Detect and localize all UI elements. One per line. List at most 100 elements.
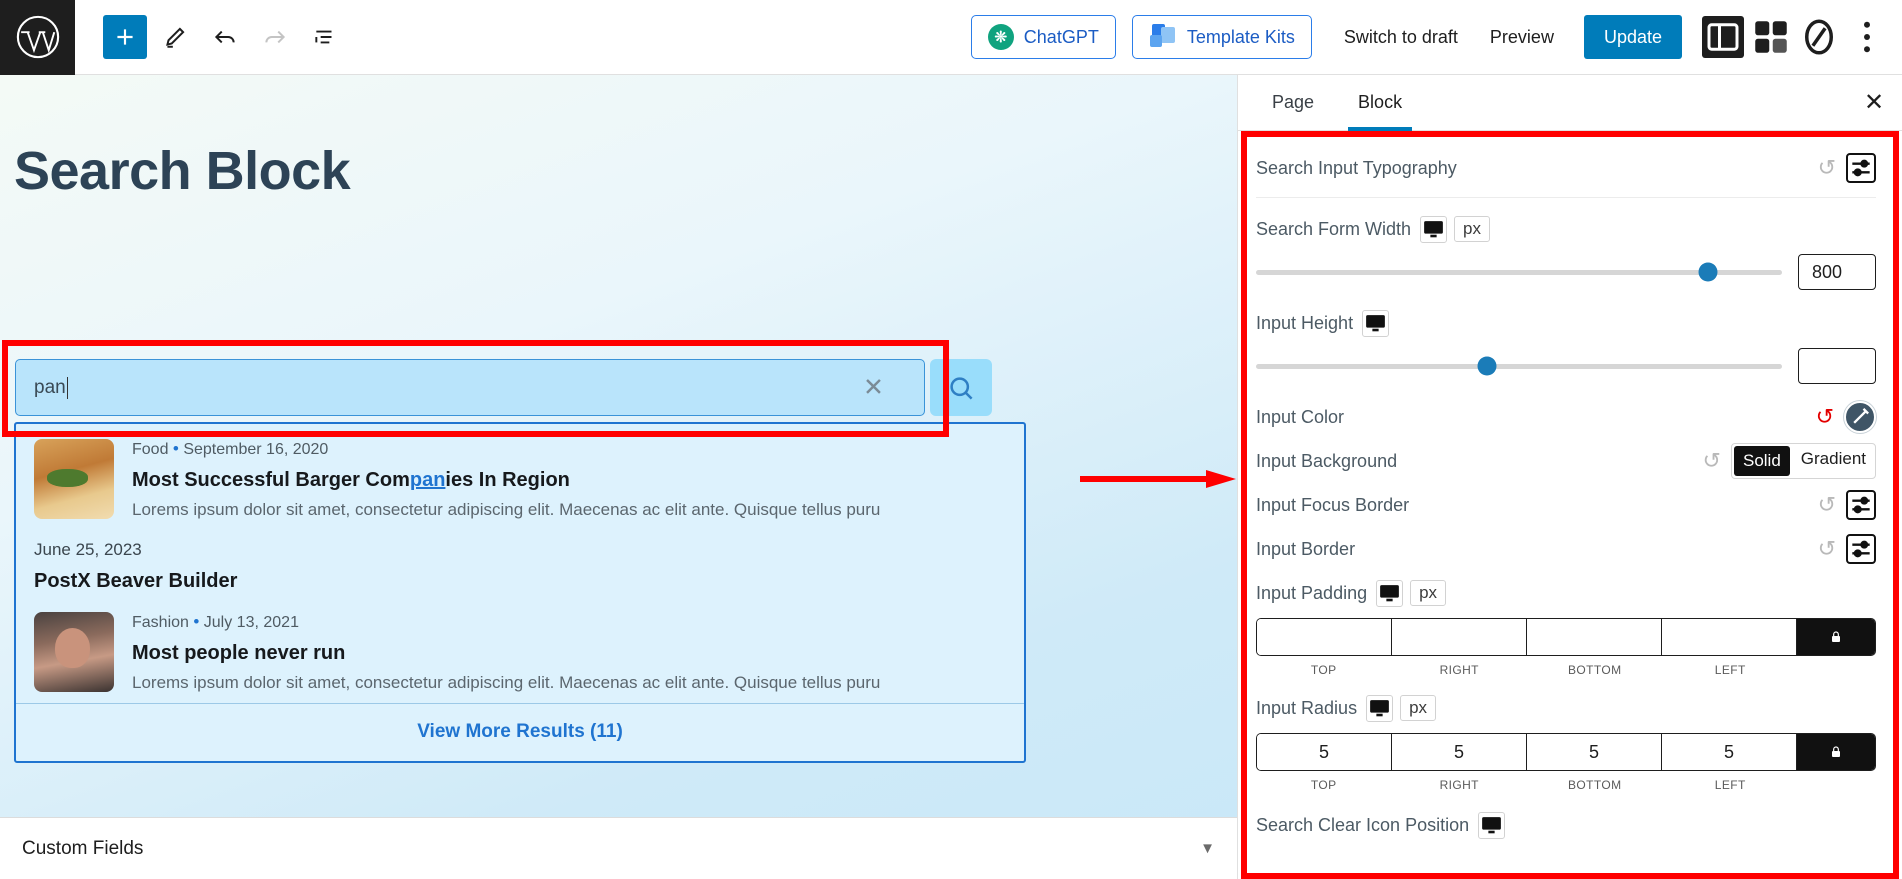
template-kits-button[interactable]: Template Kits (1131, 15, 1312, 59)
slider-track[interactable] (1256, 262, 1782, 282)
result-group-label: PostX Beaver Builder (34, 570, 238, 592)
redo-arrow-icon[interactable] (253, 15, 297, 59)
lock-icon[interactable] (1797, 734, 1875, 770)
brush-circle-icon[interactable] (1844, 401, 1876, 433)
view-more-results-button[interactable]: View More Results (11) (417, 721, 623, 742)
reset-circular-arrow-icon[interactable]: ↺ (1703, 450, 1721, 472)
control-actions: ↺ (1818, 153, 1876, 183)
chevron-down-icon[interactable]: ▼ (1200, 840, 1215, 857)
lock-icon[interactable] (1797, 619, 1875, 655)
reset-circular-arrow-icon[interactable]: ↺ (1818, 538, 1836, 560)
result-title[interactable]: Most Successful Barger Companies In Regi… (132, 469, 1006, 492)
chatgpt-button[interactable]: ❊ ChatGPT (970, 15, 1116, 59)
search-form-width-input[interactable]: 800 (1798, 254, 1876, 290)
search-input-value: pan (34, 376, 66, 398)
divider (1256, 197, 1876, 198)
radius-bottom-input[interactable]: 5 (1527, 734, 1662, 770)
document-outline-icon[interactable] (303, 15, 347, 59)
sidebar-panel-icon[interactable] (1702, 16, 1744, 58)
padding-left-input[interactable] (1662, 619, 1797, 655)
control-label: Search Input Typography (1256, 157, 1457, 178)
result-category: Food (132, 441, 169, 458)
close-x-icon[interactable]: ✕ (863, 375, 884, 400)
control-actions: ↺ (1816, 401, 1876, 433)
desktop-icon[interactable] (1366, 694, 1394, 722)
sidebar-scroll-area[interactable]: Search Input Typography ↺ Search Form Wi… (1238, 131, 1902, 879)
radius-top-input[interactable]: 5 (1257, 734, 1392, 770)
close-x-icon[interactable]: ✕ (1846, 75, 1902, 130)
search-input[interactable]: pan ✕ (15, 359, 925, 416)
label-left: LEFT (1714, 778, 1746, 792)
label-spacer (1798, 778, 1876, 792)
label-bottom: BOTTOM (1567, 663, 1622, 677)
reset-circular-arrow-icon[interactable]: ↺ (1816, 406, 1834, 428)
desktop-icon[interactable] (1362, 309, 1390, 337)
preview-button[interactable]: Preview (1474, 27, 1570, 48)
vertical-ellipsis-icon[interactable] (1846, 16, 1888, 58)
zero-slash-icon[interactable] (1798, 16, 1840, 58)
slider-knob[interactable] (1477, 356, 1497, 376)
undo-arrow-icon[interactable] (203, 15, 247, 59)
slider-knob[interactable] (1698, 262, 1718, 282)
radius-right-input[interactable]: 5 (1392, 734, 1527, 770)
reset-circular-arrow-icon[interactable]: ↺ (1818, 157, 1836, 179)
sliders-icon[interactable] (1846, 534, 1876, 564)
control-actions: ↺ (1818, 490, 1876, 520)
tab-block[interactable]: Block (1336, 75, 1424, 131)
unit-selector-px[interactable]: px (1410, 580, 1447, 606)
control-label: Input Height (1256, 312, 1354, 333)
search-submit-button[interactable] (930, 359, 992, 416)
update-button[interactable]: Update (1583, 15, 1682, 59)
meta-separator-icon: • (172, 439, 179, 458)
title-after: ies In Region (445, 469, 570, 491)
search-results-dropdown: Food • September 16, 2020 Most Successfu… (14, 422, 1026, 763)
desktop-icon[interactable] (1478, 811, 1506, 839)
control-label: Input Background (1256, 450, 1398, 471)
sidebar-tabs: Page Block ✕ (1238, 75, 1902, 131)
pencil-icon[interactable] (153, 15, 197, 59)
control-label: Input Radius (1256, 697, 1358, 718)
background-option-solid[interactable]: Solid (1733, 446, 1790, 476)
control-label: Search Clear Icon Position (1256, 814, 1470, 835)
background-option-gradient[interactable]: Gradient (1792, 444, 1875, 478)
block-settings-sidebar: Page Block ✕ Search Input Typography ↺ S… (1237, 75, 1902, 879)
padding-bottom-input[interactable] (1527, 619, 1662, 655)
radius-fields: 5 5 5 5 (1256, 733, 1876, 771)
control-input-color: Input Color ↺ (1256, 398, 1876, 436)
toolbar-right-group: ❊ ChatGPT Template Kits Switch to draft … (970, 15, 1902, 59)
custom-fields-panel[interactable]: Custom Fields ▼ (0, 817, 1237, 879)
wordpress-icon[interactable] (0, 0, 75, 75)
unit-selector-px[interactable]: px (1454, 216, 1491, 242)
label-top: TOP (1310, 663, 1337, 677)
control-input-padding: Input Padding px (1256, 574, 1876, 612)
result-title[interactable]: Most people never run (132, 642, 1006, 665)
switch-to-draft-button[interactable]: Switch to draft (1328, 27, 1474, 48)
sliders-icon[interactable] (1846, 490, 1876, 520)
radius-box-group: 5 5 5 5 TOP RIGHT BOTTOM LEFT (1256, 733, 1876, 792)
control-label: Input Focus Border (1256, 494, 1410, 515)
slider-track[interactable] (1256, 356, 1782, 376)
result-meta: Food • September 16, 2020 (132, 439, 1006, 459)
search-block-zone: pan ✕ (0, 340, 992, 437)
editor-toolbar: ❊ ChatGPT Template Kits Switch to draft … (0, 0, 1902, 75)
control-label: Input Padding (1256, 582, 1368, 603)
list-item[interactable]: Fashion • July 13, 2021 Most people neve… (16, 597, 1024, 703)
padding-top-input[interactable] (1257, 619, 1392, 655)
result-excerpt: Lorems ipsum dolor sit amet, consectetur… (132, 673, 881, 692)
padding-right-input[interactable] (1392, 619, 1527, 655)
reset-circular-arrow-icon[interactable]: ↺ (1818, 494, 1836, 516)
label-right: RIGHT (1439, 778, 1479, 792)
add-block-button[interactable] (103, 15, 147, 59)
sliders-icon[interactable] (1846, 153, 1876, 183)
desktop-icon[interactable] (1376, 579, 1404, 607)
radius-left-input[interactable]: 5 (1662, 734, 1797, 770)
unit-selector-px[interactable]: px (1400, 695, 1437, 721)
tab-page[interactable]: Page (1250, 75, 1336, 130)
page-title: Search Block (14, 141, 351, 201)
desktop-icon[interactable] (1420, 215, 1448, 243)
stacked-blocks-icon[interactable] (1750, 16, 1792, 58)
list-item[interactable]: Food • September 16, 2020 Most Successfu… (16, 424, 1024, 530)
control-search-form-width: Search Form Width px (1256, 210, 1876, 248)
input-height-input[interactable] (1798, 348, 1876, 384)
slider-search-form-width: 800 (1256, 254, 1876, 290)
